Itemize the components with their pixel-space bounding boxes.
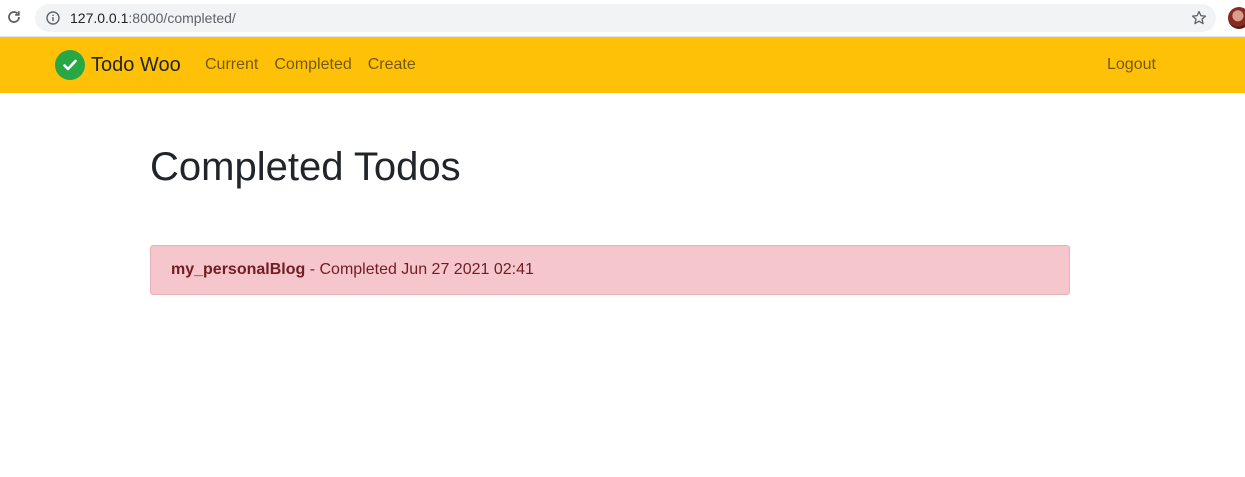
nav-link-completed[interactable]: Completed xyxy=(274,55,351,75)
navbar: Todo Woo Current Completed Create Logout xyxy=(0,37,1245,93)
url-path: :8000/completed/ xyxy=(128,10,236,26)
nav-links: Current Completed Create xyxy=(205,55,432,75)
page-title: Completed Todos xyxy=(150,145,461,189)
url-text[interactable]: 127.0.0.1:8000/completed/ xyxy=(70,10,236,26)
reload-icon[interactable] xyxy=(5,8,23,26)
todo-list: my_personalBlog - Completed Jun 27 2021 … xyxy=(150,245,1070,295)
brand-name: Todo Woo xyxy=(91,54,181,76)
todo-item[interactable]: my_personalBlog - Completed Jun 27 2021 … xyxy=(150,245,1070,295)
profile-avatar[interactable] xyxy=(1228,7,1245,29)
logout-link[interactable]: Logout xyxy=(1107,55,1156,75)
nav-link-current[interactable]: Current xyxy=(205,55,258,75)
info-icon[interactable] xyxy=(46,11,60,25)
check-circle-icon xyxy=(55,50,85,80)
nav-link-create[interactable]: Create xyxy=(368,55,416,75)
brand-link[interactable]: Todo Woo xyxy=(55,50,181,80)
address-bar[interactable]: 127.0.0.1:8000/completed/ xyxy=(35,4,1216,32)
star-icon[interactable] xyxy=(1191,10,1207,26)
url-host: 127.0.0.1 xyxy=(70,10,129,26)
todo-completed-date: - Completed Jun 27 2021 02:41 xyxy=(305,261,534,278)
todo-title: my_personalBlog xyxy=(171,261,306,278)
browser-toolbar: 127.0.0.1:8000/completed/ xyxy=(0,0,1245,37)
